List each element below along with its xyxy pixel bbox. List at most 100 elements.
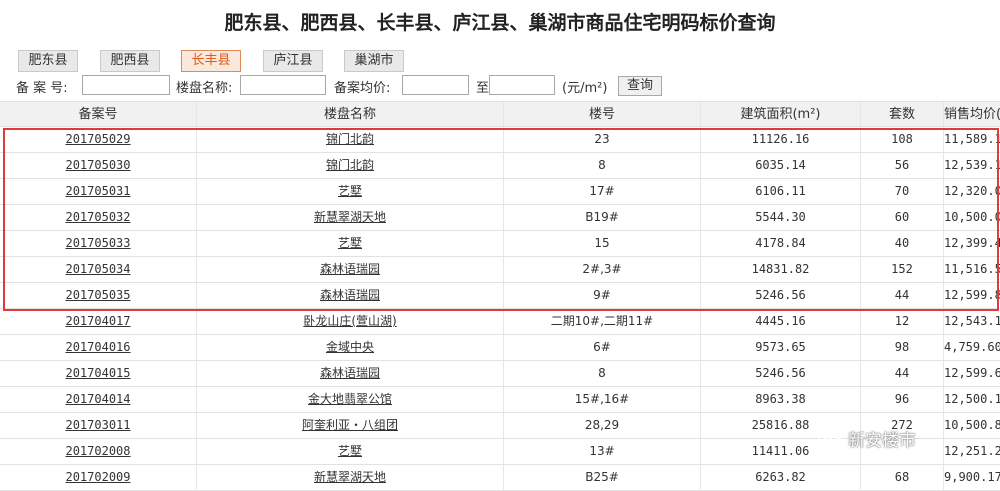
price-to-label: 至	[476, 81, 490, 96]
tab-lujiang[interactable]: 庐江县	[263, 50, 323, 72]
record-no-link[interactable]: 201704017	[65, 314, 130, 328]
price-to-input[interactable]	[489, 75, 555, 95]
price-unit-label: (元/m²)	[562, 81, 608, 96]
table-row: 201705030 锦门北韵 8 6035.14 56 12,539.12	[0, 153, 1000, 179]
floor-area-cell: 6106.11	[701, 179, 861, 204]
record-no-link[interactable]: 201705033	[65, 236, 130, 250]
project-name-link[interactable]: 森林语瑞园	[320, 262, 380, 276]
project-name-link[interactable]: 锦门北韵	[326, 158, 374, 172]
table-row: 201705034 森林语瑞园 2#,3# 14831.82 152 11,51…	[0, 257, 1000, 283]
record-no-input[interactable]	[82, 75, 170, 95]
unit-count-cell: 108	[861, 127, 944, 152]
project-name-link[interactable]: 卧龙山庄(萱山湖)	[303, 314, 396, 328]
record-no-label: 备 案 号:	[16, 81, 68, 96]
table-row: 201702009 新慧翠湖天地 B25# 6263.82 68 9,900.1…	[0, 465, 1000, 491]
tab-chaohu[interactable]: 巢湖市	[344, 50, 404, 72]
record-no-link[interactable]: 201705035	[65, 288, 130, 302]
building-no-cell: 23	[504, 127, 701, 152]
record-no-link[interactable]: 201704016	[65, 340, 130, 354]
column-header-unit-count: 套数	[861, 102, 944, 127]
avg-price-cell: 12,599.64	[944, 366, 1000, 380]
floor-area-cell: 5246.56	[701, 283, 861, 308]
avg-price-cell: 12,500.14	[944, 392, 1000, 406]
price-from-input[interactable]	[402, 75, 469, 95]
table-header-row: 备案号 楼盘名称 楼号 建筑面积(m²) 套数 销售均价(¥)	[0, 101, 1000, 127]
project-name-link[interactable]: 金大地翡翠公馆	[308, 392, 392, 406]
project-name-link[interactable]: 艺墅	[338, 184, 362, 198]
project-name-link[interactable]: 阿奎利亚・八组团	[302, 418, 398, 432]
unit-count-cell: 70	[861, 179, 944, 204]
avg-price-cell: 12,543.13	[944, 314, 1000, 328]
floor-area-cell: 8963.38	[701, 387, 861, 412]
query-button[interactable]: 查询	[618, 76, 662, 96]
avg-price-cell: 12,399.43	[944, 236, 1000, 250]
record-no-link[interactable]: 201705034	[65, 262, 130, 276]
table-row: 201704015 森林语瑞园 8 5246.56 44 12,599.64	[0, 361, 1000, 387]
record-no-link[interactable]: 201704015	[65, 366, 130, 380]
tab-feidong[interactable]: 肥东县	[18, 50, 78, 72]
table-row: 201705031 艺墅 17# 6106.11 70 12,320.00	[0, 179, 1000, 205]
table-row: 201705033 艺墅 15 4178.84 40 12,399.43	[0, 231, 1000, 257]
unit-count-cell: 152	[861, 257, 944, 282]
avg-price-cell: 12,251.28	[944, 444, 1000, 458]
unit-count-cell: 44	[861, 361, 944, 386]
record-no-link[interactable]: 201705032	[65, 210, 130, 224]
project-name-link[interactable]: 艺墅	[338, 444, 362, 458]
table-row: 201704014 金大地翡翠公馆 15#,16# 8963.38 96 12,…	[0, 387, 1000, 413]
building-no-cell: 9#	[504, 283, 701, 308]
avg-price-cell: 9,900.17	[944, 470, 1000, 484]
avg-price-cell: 11,516.53	[944, 262, 1000, 276]
project-name-link[interactable]: 金域中央	[326, 340, 374, 354]
watermark-text: 新安楼市	[848, 431, 916, 451]
floor-area-cell: 4445.16	[701, 309, 861, 334]
tab-feixi[interactable]: 肥西县	[100, 50, 160, 72]
table-row: 201704016 金域中央 6# 9573.65 98 4,759.60	[0, 335, 1000, 361]
unit-count-cell: 44	[861, 283, 944, 308]
project-name-link[interactable]: 森林语瑞园	[320, 288, 380, 302]
building-no-cell: 17#	[504, 179, 701, 204]
unit-count-cell: 96	[861, 387, 944, 412]
table-row: 201705035 森林语瑞园 9# 5246.56 44 12,599.82	[0, 283, 1000, 309]
watermark: 新安楼市	[818, 425, 916, 457]
page-title: 肥东县、肥西县、长丰县、庐江县、巢湖市商品住宅明码标价查询	[224, 12, 776, 34]
record-no-link[interactable]: 201705029	[65, 132, 130, 146]
building-no-cell: 6#	[504, 335, 701, 360]
column-header-avg-price: 销售均价(¥)	[944, 107, 1000, 122]
floor-area-cell: 5246.56	[701, 361, 861, 386]
project-name-link[interactable]: 森林语瑞园	[320, 366, 380, 380]
avg-price-cell: 4,759.60	[944, 340, 1000, 354]
floor-area-cell: 6035.14	[701, 153, 861, 178]
avg-price-cell: 12,599.82	[944, 288, 1000, 302]
column-header-building-no: 楼号	[504, 102, 701, 127]
column-header-project-name: 楼盘名称	[197, 102, 504, 127]
floor-area-cell: 14831.82	[701, 257, 861, 282]
project-name-link[interactable]: 锦门北韵	[326, 132, 374, 146]
building-no-cell: B25#	[504, 465, 701, 490]
tab-changfeng[interactable]: 长丰县	[181, 50, 241, 72]
floor-area-cell: 5544.30	[701, 205, 861, 230]
building-no-cell: 2#,3#	[504, 257, 701, 282]
avg-price-cell: 12,320.00	[944, 184, 1000, 198]
project-name-link[interactable]: 艺墅	[338, 236, 362, 250]
record-no-link[interactable]: 201702008	[65, 444, 130, 458]
record-no-link[interactable]: 201703011	[65, 418, 130, 432]
building-no-cell: 8	[504, 153, 701, 178]
floor-area-cell: 9573.65	[701, 335, 861, 360]
project-name-input[interactable]	[240, 75, 326, 95]
column-header-floor-area: 建筑面积(m²)	[701, 102, 861, 127]
building-no-cell: 13#	[504, 439, 701, 464]
record-no-link[interactable]: 201705031	[65, 184, 130, 198]
avg-price-cell: 10,500.05	[944, 210, 1000, 224]
record-no-link[interactable]: 201702009	[65, 470, 130, 484]
building-no-cell: 二期10#,二期11#	[504, 309, 701, 334]
table-row: 201705032 新慧翠湖天地 B19# 5544.30 60 10,500.…	[0, 205, 1000, 231]
avg-price-label: 备案均价:	[334, 81, 391, 96]
unit-count-cell: 98	[861, 335, 944, 360]
building-no-cell: 15#,16#	[504, 387, 701, 412]
project-name-link[interactable]: 新慧翠湖天地	[314, 470, 386, 484]
table-row: 201704017 卧龙山庄(萱山湖) 二期10#,二期11# 4445.16 …	[0, 309, 1000, 335]
record-no-link[interactable]: 201705030	[65, 158, 130, 172]
record-no-link[interactable]: 201704014	[65, 392, 130, 406]
project-name-link[interactable]: 新慧翠湖天地	[314, 210, 386, 224]
table-row: 201705029 锦门北韵 23 11126.16 108 11,589.13	[0, 127, 1000, 153]
